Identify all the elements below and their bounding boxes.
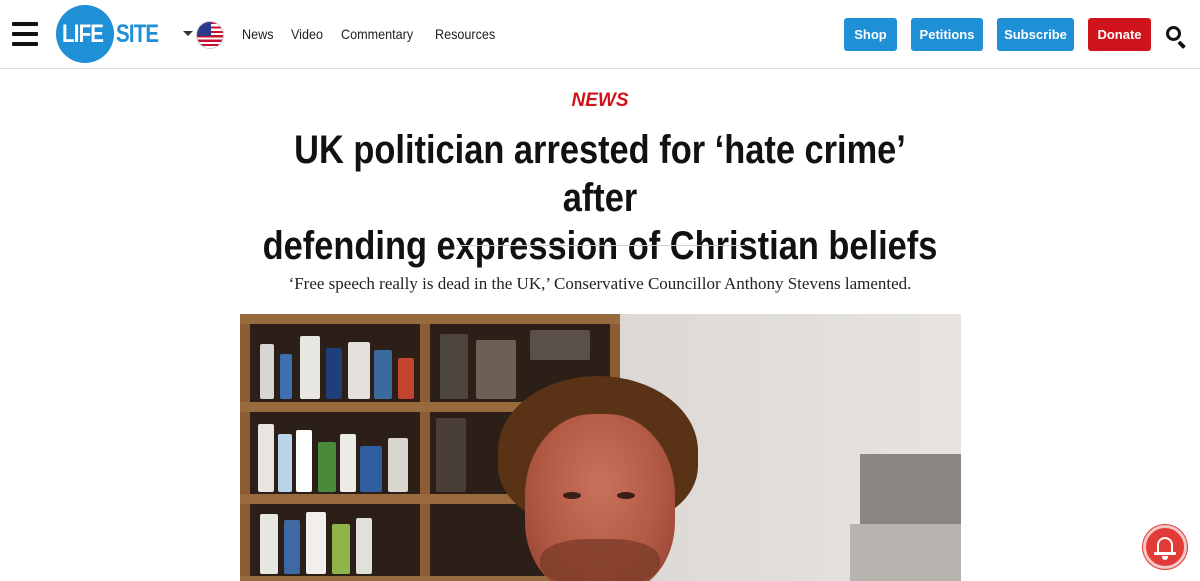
donate-button[interactable]: Donate — [1088, 18, 1151, 51]
us-flag-icon — [196, 21, 224, 49]
main-nav: News Video Commentary Resources — [242, 26, 502, 42]
chevron-down-icon — [183, 31, 193, 36]
headline-line-1: UK politician arrested for ‘hate crime’ … — [294, 128, 906, 220]
photo-desk-item — [850, 524, 961, 581]
subscribe-button[interactable]: Subscribe — [997, 18, 1074, 51]
bell-icon[interactable] — [1143, 525, 1187, 569]
logo-text-life: LIFE — [62, 20, 104, 48]
site-header: LIFE SITE News Video Commentary Resource… — [0, 0, 1200, 69]
article-dek: ‘Free speech really is dead in the UK,’ … — [288, 274, 912, 293]
nav-item-news[interactable]: News — [242, 26, 274, 42]
nav-item-commentary[interactable]: Commentary — [341, 26, 413, 42]
shop-button[interactable]: Shop — [844, 18, 897, 51]
search-icon[interactable] — [1165, 25, 1189, 49]
region-selector[interactable] — [183, 20, 227, 50]
logo-text-site: SITE — [116, 20, 159, 48]
hamburger-icon[interactable] — [12, 22, 38, 46]
headline-line-2: defending expression of Christian belief… — [262, 224, 938, 268]
site-logo[interactable]: LIFE SITE — [56, 5, 172, 63]
article-headline: UK politician arrested for ‘hate crime’ … — [256, 126, 944, 270]
headline-divider — [456, 245, 745, 246]
article-category[interactable]: NEWS — [0, 90, 1200, 112]
featured-image[interactable] — [240, 314, 961, 581]
petitions-button[interactable]: Petitions — [911, 18, 983, 51]
nav-item-resources[interactable]: Resources — [435, 26, 495, 42]
nav-item-video[interactable]: Video — [291, 26, 323, 42]
photo-person-beard — [540, 539, 660, 581]
